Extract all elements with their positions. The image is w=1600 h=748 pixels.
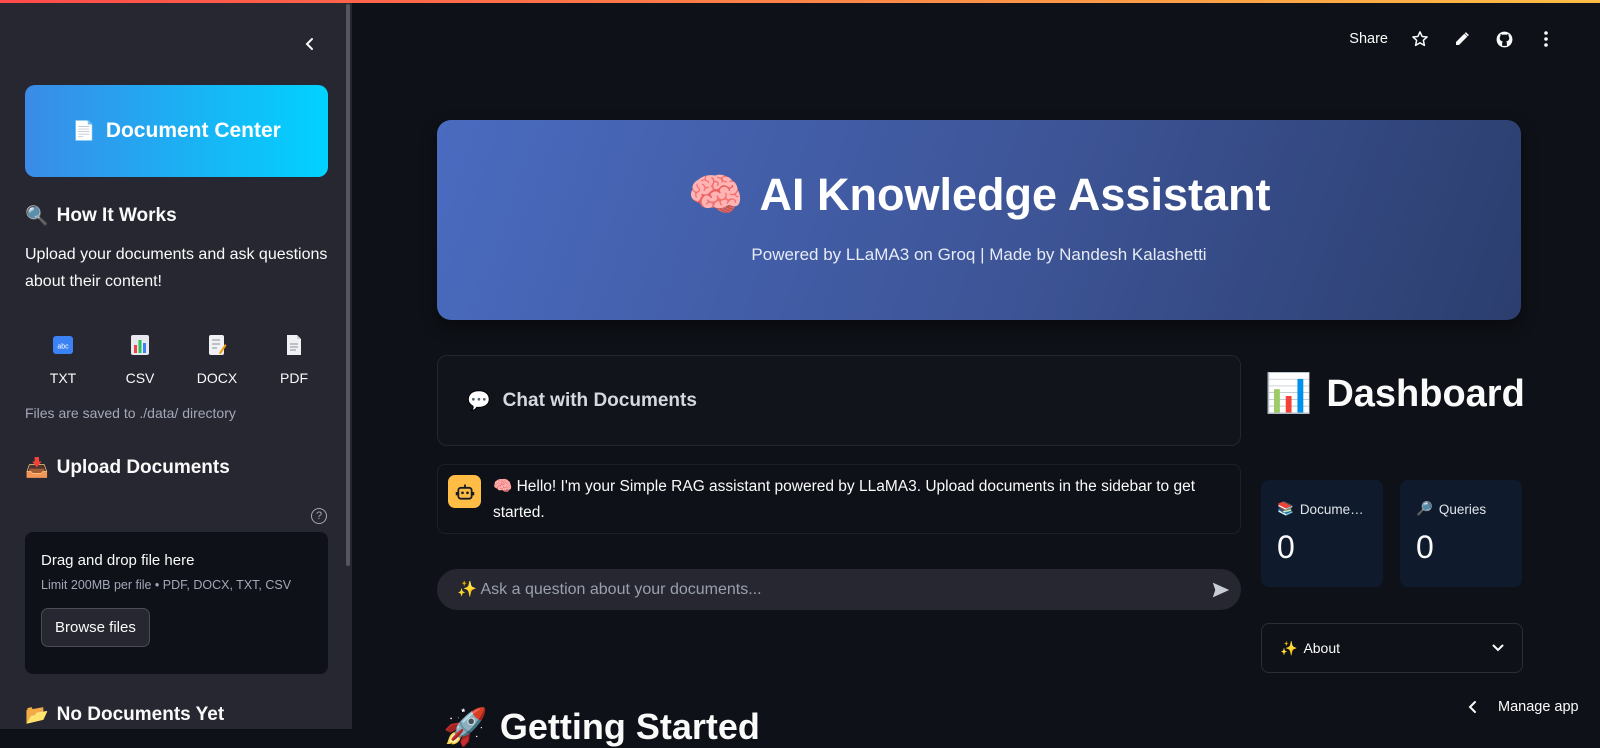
inbox-tray-icon: 📥	[25, 458, 49, 479]
sidebar-scrollbar[interactable]	[346, 4, 350, 566]
star-icon[interactable]	[1410, 29, 1430, 49]
how-it-works-heading: 🔍 How It Works	[25, 205, 177, 227]
books-icon: 📚	[1277, 501, 1294, 516]
save-location-note: Files are saved to ./data/ directory	[25, 405, 236, 421]
page-facing-up-icon: 📄	[72, 121, 96, 142]
file-format-list: abc TXT CSV DOCX PDF	[25, 330, 328, 400]
metric-value: 0	[1416, 529, 1434, 565]
chevron-down-icon	[1492, 644, 1504, 652]
folder-icon: 📂	[25, 705, 49, 726]
github-icon[interactable]	[1494, 29, 1514, 49]
brain-icon: 🧠	[687, 169, 744, 220]
format-csv: CSV	[118, 330, 162, 400]
chat-header: 💬 Chat with Documents	[437, 355, 1241, 446]
bar-chart-icon: 📊	[1265, 373, 1313, 415]
pencil-icon[interactable]	[1452, 29, 1472, 49]
help-icon[interactable]: ?	[311, 508, 327, 524]
dropzone-title: Drag and drop file here	[41, 552, 195, 569]
top-accent-line	[0, 0, 1600, 3]
memo-icon	[209, 335, 227, 355]
chevron-left-icon	[1468, 701, 1476, 713]
assistant-message-text: 🧠 Hello! I'm your Simple RAG assistant p…	[493, 478, 1196, 521]
more-options-icon[interactable]	[1536, 29, 1556, 49]
manage-app-button[interactable]: Manage app	[1468, 692, 1579, 722]
format-docx: DOCX	[195, 330, 239, 400]
about-expander[interactable]: ✨ About	[1261, 623, 1523, 673]
metric-documents: 📚 Docume… 0	[1261, 480, 1383, 587]
bot-avatar-icon	[448, 475, 481, 508]
metric-value: 0	[1277, 529, 1295, 565]
assistant-message: 🧠 Hello! I'm your Simple RAG assistant p…	[437, 464, 1241, 534]
getting-started-heading: 🚀 Getting Started	[443, 706, 760, 747]
svg-text:abc: abc	[57, 344, 69, 351]
send-button[interactable]	[1201, 570, 1241, 610]
speech-bubble-icon: 💬	[467, 390, 491, 412]
send-icon	[1212, 582, 1230, 597]
hero-banner: 🧠 AI Knowledge Assistant Powered by LLaM…	[437, 120, 1521, 320]
dashboard-heading: 📊 Dashboard	[1265, 372, 1525, 416]
chevron-left-icon	[305, 38, 313, 50]
app-toolbar: Share	[1349, 26, 1556, 52]
dropzone-limit: Limit 200MB per file • PDF, DOCX, TXT, C…	[41, 578, 292, 592]
collapse-sidebar-button[interactable]	[298, 32, 322, 56]
magnifier-right-icon: 🔎	[1416, 501, 1433, 516]
magnifier-icon: 🔍	[25, 206, 49, 227]
document-center-label: Document Center	[105, 119, 281, 142]
format-txt: abc TXT	[41, 330, 85, 400]
format-pdf: PDF	[272, 330, 316, 400]
no-documents-heading: 📂 No Documents Yet	[25, 704, 225, 726]
sidebar: 📄 Document Center 🔍 How It Works Upload …	[0, 0, 352, 729]
page-title: 🧠 AI Knowledge Assistant	[687, 168, 1271, 221]
document-icon	[287, 335, 301, 355]
file-dropzone[interactable]: Drag and drop file here Limit 200MB per …	[25, 532, 328, 674]
metric-queries: 🔎 Queries 0	[1400, 480, 1522, 587]
upload-documents-heading: 📥 Upload Documents	[25, 457, 230, 479]
how-it-works-description: Upload your documents and ask questions …	[25, 246, 328, 290]
document-center-banner: 📄 Document Center	[25, 85, 328, 177]
chat-input-bar	[437, 569, 1241, 610]
page-subtitle: Powered by LLaMA3 on Groq | Made by Nand…	[751, 245, 1207, 264]
abc-icon: abc	[53, 336, 73, 354]
chat-input[interactable]	[457, 580, 1193, 599]
metric-label: Docume…	[1299, 501, 1364, 517]
share-button[interactable]: Share	[1349, 31, 1388, 47]
bar-chart-icon	[131, 335, 149, 355]
browse-files-button[interactable]: Browse files	[41, 608, 150, 647]
sparkles-icon: ✨	[1280, 639, 1298, 656]
metric-label: Queries	[1438, 501, 1487, 517]
rocket-icon: 🚀	[443, 706, 488, 747]
